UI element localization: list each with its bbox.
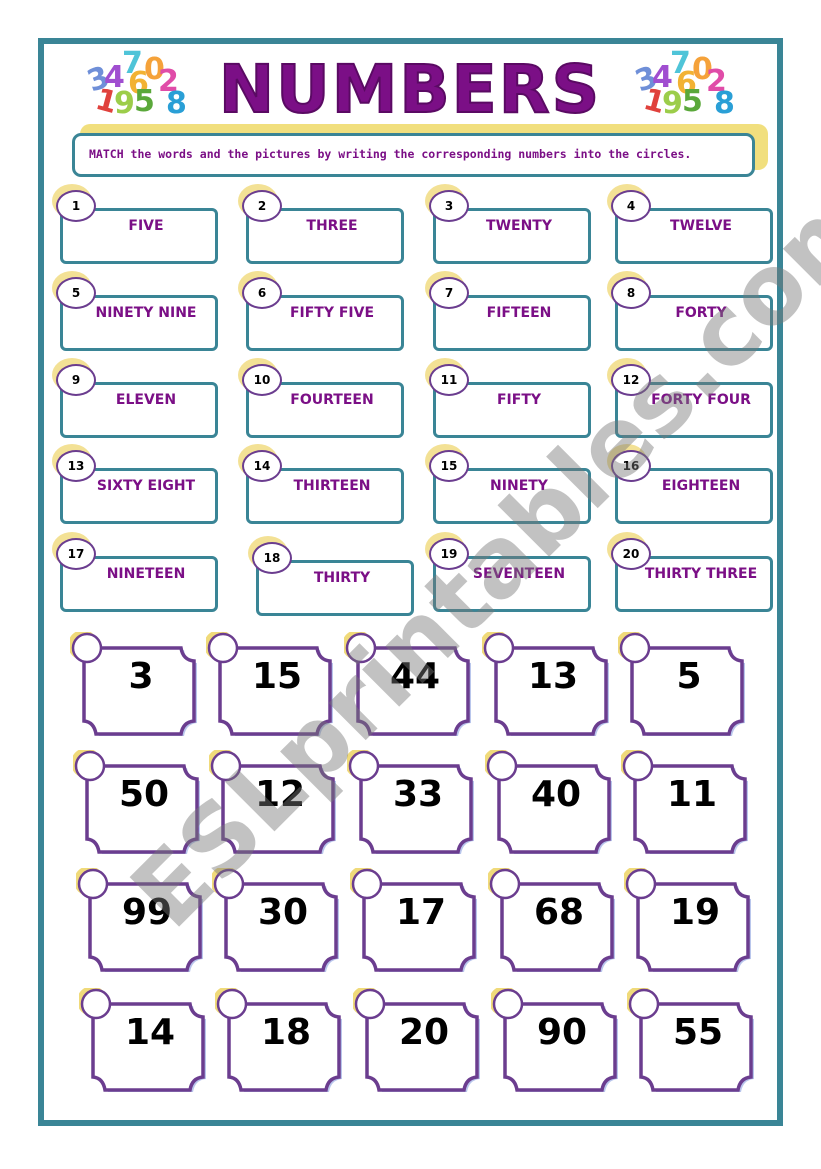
number-card: 33 [347, 750, 477, 854]
number-card: 13 [482, 632, 612, 736]
word-card-label: FIFTEEN [486, 305, 552, 321]
word-card: 14 THIRTEEN [238, 444, 406, 524]
number-card-value: 15 [251, 656, 303, 697]
numbers-logo-right: 3 4 7 6 0 2 1 9 5 8 [631, 46, 746, 122]
number-card-value: 19 [669, 892, 721, 933]
word-card: 1 FIVE [52, 184, 220, 264]
word-card: 3 TWENTY [425, 184, 593, 264]
number-card: 5 [618, 632, 748, 736]
word-card-label: SIXTY EIGHT [96, 478, 196, 494]
logo-digit: 9 [114, 86, 135, 121]
number-card-value: 17 [395, 892, 447, 933]
word-card-label: NINETEEN [106, 566, 186, 582]
number-card-value: 5 [676, 656, 702, 697]
logo-digit: 5 [682, 84, 703, 119]
word-card-label: THIRTY [313, 570, 371, 586]
word-card: 11 FIFTY [425, 358, 593, 438]
word-card-label: FORTY FOUR [651, 392, 751, 408]
number-card: 17 [350, 868, 480, 972]
word-card-label: THIRTEEN [293, 478, 371, 494]
number-card: 55 [627, 988, 757, 1092]
number-card-value: 44 [389, 656, 441, 697]
number-card: 68 [488, 868, 618, 972]
number-card-value: 3 [128, 656, 154, 697]
number-card-value: 12 [254, 774, 306, 815]
word-card: 7 FIFTEEN [425, 271, 593, 351]
word-card-label: FORTY [675, 305, 727, 321]
number-card-value: 55 [672, 1012, 724, 1053]
word-card: 13 SIXTY EIGHT [52, 444, 220, 524]
number-card: 20 [353, 988, 483, 1092]
number-card-value: 90 [536, 1012, 588, 1053]
word-card: 20 THIRTY THREE [607, 532, 775, 612]
number-card-value: 30 [257, 892, 309, 933]
word-card: 15 NINETY [425, 444, 593, 524]
number-card: 19 [624, 868, 754, 972]
word-card: 4 TWELVE [607, 184, 775, 264]
word-card-label: ELEVEN [115, 392, 177, 408]
word-card: 6 FIFTY FIVE [238, 271, 406, 351]
numbers-logo-left: 3 4 7 6 0 2 1 9 5 8 [83, 46, 198, 122]
number-card-value: 18 [260, 1012, 312, 1053]
number-card: 50 [73, 750, 203, 854]
number-card-value: 99 [121, 892, 173, 933]
number-card-value: 33 [392, 774, 444, 815]
word-card-label: NINETY NINE [95, 305, 197, 321]
number-card: 18 [215, 988, 345, 1092]
word-card-label: FIVE [128, 218, 164, 234]
number-card-value: 50 [118, 774, 170, 815]
logo-digit: 5 [134, 84, 155, 119]
logo-digit: 8 [166, 86, 187, 121]
number-card: 99 [76, 868, 206, 972]
word-card-label: THREE [306, 218, 358, 234]
word-card-label: FIFTY [496, 392, 542, 408]
number-card-value: 11 [666, 774, 718, 815]
number-card: 30 [212, 868, 342, 972]
word-card: 10 FOURTEEN [238, 358, 406, 438]
number-card: 14 [79, 988, 209, 1092]
number-card: 3 [70, 632, 200, 736]
number-card: 15 [206, 632, 336, 736]
word-card-label: SEVENTEEN [472, 566, 566, 582]
word-card-label: TWENTY [486, 218, 552, 234]
number-card: 12 [209, 750, 339, 854]
number-card-value: 20 [398, 1012, 450, 1053]
word-card: 8 FORTY [607, 271, 775, 351]
instruction-text: MATCH the words and the pictures by writ… [72, 133, 755, 177]
word-card-label: TWELVE [670, 218, 732, 234]
word-card: 18 THIRTY [248, 536, 416, 616]
word-card-label: FOURTEEN [290, 392, 374, 408]
word-card: 16 EIGHTEEN [607, 444, 775, 524]
number-card: 44 [344, 632, 474, 736]
word-card-label: THIRTY THREE [644, 566, 758, 582]
page-title: NUMBERS [218, 50, 602, 129]
word-card: 12 FORTY FOUR [607, 358, 775, 438]
word-card-label: NINETY [490, 478, 548, 494]
number-card-value: 13 [527, 656, 579, 697]
number-card: 11 [621, 750, 751, 854]
word-card-label: FIFTY FIVE [289, 305, 375, 321]
word-card: 2 THREE [238, 184, 406, 264]
number-card: 90 [491, 988, 621, 1092]
word-card: 9 ELEVEN [52, 358, 220, 438]
number-card-value: 68 [533, 892, 585, 933]
number-card: 40 [485, 750, 615, 854]
word-card-label: EIGHTEEN [661, 478, 741, 494]
word-card: 19 SEVENTEEN [425, 532, 593, 612]
logo-digit: 8 [714, 86, 735, 121]
word-card: 17 NINETEEN [52, 532, 220, 612]
logo-digit: 9 [662, 86, 683, 121]
word-card: 5 NINETY NINE [52, 271, 220, 351]
number-card-value: 40 [530, 774, 582, 815]
number-card-value: 14 [124, 1012, 176, 1053]
